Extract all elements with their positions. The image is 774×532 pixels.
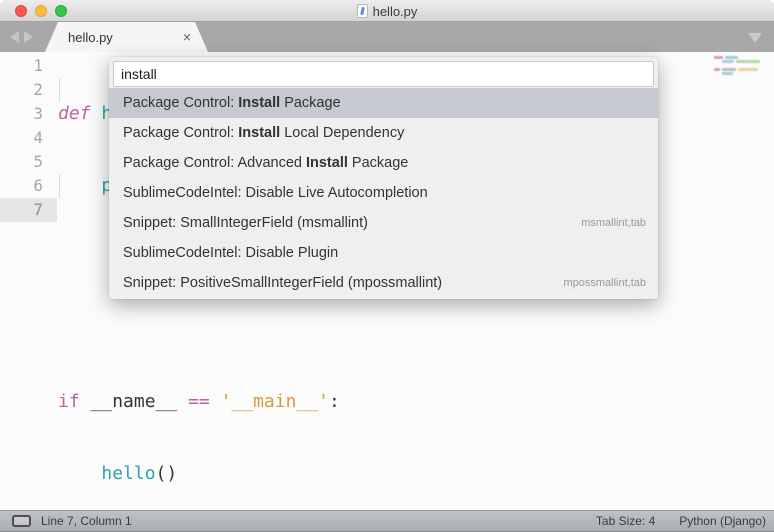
prev-file-arrow-icon[interactable]: [10, 31, 19, 43]
string-literal: '__main__': [221, 391, 329, 412]
palette-item-disable-live-autocompletion[interactable]: SublimeCodeIntel: Disable Live Autocompl…: [109, 178, 658, 208]
code-line-6: hello(): [58, 462, 340, 486]
minimap-line: [738, 68, 758, 71]
minimap[interactable]: [712, 54, 770, 82]
tab-hello-py[interactable]: hello.py ×: [45, 22, 208, 52]
line-number: 6: [0, 174, 57, 198]
code-line-5: if __name__ == '__main__':: [58, 390, 340, 414]
dunder-name: __name__: [91, 391, 189, 412]
operator: ==: [188, 391, 221, 412]
minimap-line: [736, 60, 760, 63]
line-number: 1: [0, 54, 57, 78]
palette-item-disable-plugin[interactable]: SublimeCodeIntel: Disable Plugin: [109, 238, 658, 268]
line-number-current: 7: [0, 198, 57, 222]
document-icon: [357, 4, 368, 18]
palette-item-advanced-install-package[interactable]: Package Control: Advanced Install Packag…: [109, 148, 658, 178]
tab-close-icon[interactable]: ×: [183, 30, 208, 44]
tab-overflow-menu-icon[interactable]: [748, 33, 762, 43]
indent-guide: [59, 174, 60, 198]
palette-search-input[interactable]: [113, 61, 654, 87]
palette-item-install-local-dependency[interactable]: Package Control: Install Local Dependenc…: [109, 118, 658, 148]
keyword-if: if: [58, 391, 91, 412]
keyword-def: def: [58, 103, 101, 124]
line-number: 4: [0, 126, 57, 150]
tab-size-status[interactable]: Tab Size: 4: [596, 514, 655, 528]
cursor-position-status: Line 7, Column 1: [41, 514, 132, 528]
palette-item-hint: msmallint,tab: [581, 217, 646, 229]
window-title: hello.py: [373, 4, 418, 19]
window-title-group: hello.py: [0, 0, 774, 22]
syntax-status[interactable]: Python (Django): [679, 514, 766, 528]
indent-guide: [59, 78, 60, 102]
code-line-4: [58, 318, 340, 342]
minimap-line: [722, 72, 733, 75]
indent: [58, 463, 101, 484]
status-panel-icon[interactable]: [12, 515, 31, 527]
call-hello: hello: [101, 463, 155, 484]
palette-results-list: Package Control: Install Package Package…: [109, 88, 658, 298]
palette-item-snippet-positivesmallintegerfield[interactable]: Snippet: PositiveSmallIntegerField (mpos…: [109, 268, 658, 298]
punctuation: :: [329, 391, 340, 412]
minimap-line: [725, 56, 738, 59]
minimap-line: [714, 68, 720, 71]
indent: [58, 175, 101, 196]
minimap-line: [722, 60, 734, 63]
tab-bar: hello.py ×: [0, 22, 774, 52]
line-number: 5: [0, 150, 57, 174]
line-number: 3: [0, 102, 57, 126]
tab-label: hello.py: [45, 30, 113, 45]
punctuation: (): [156, 463, 178, 484]
line-number: 2: [0, 78, 57, 102]
palette-item-snippet-smallintegerfield[interactable]: Snippet: SmallIntegerField (msmallint)ms…: [109, 208, 658, 238]
minimap-line: [722, 68, 736, 71]
app-window: hello.py hello.py × 1 2 3 4 5 6 7 def he…: [0, 0, 774, 532]
titlebar[interactable]: hello.py: [0, 0, 774, 22]
status-bar: Line 7, Column 1 Tab Size: 4 Python (Dja…: [0, 510, 774, 532]
palette-item-install-package[interactable]: Package Control: Install Package: [109, 88, 658, 118]
next-file-arrow-icon[interactable]: [24, 31, 33, 43]
minimap-line: [714, 56, 723, 59]
line-number-gutter: 1 2 3 4 5 6 7: [0, 54, 57, 222]
palette-item-hint: mpossmallint,tab: [563, 277, 646, 289]
command-palette: Package Control: Install Package Package…: [109, 57, 658, 299]
document-icon-glyph: [360, 7, 365, 15]
